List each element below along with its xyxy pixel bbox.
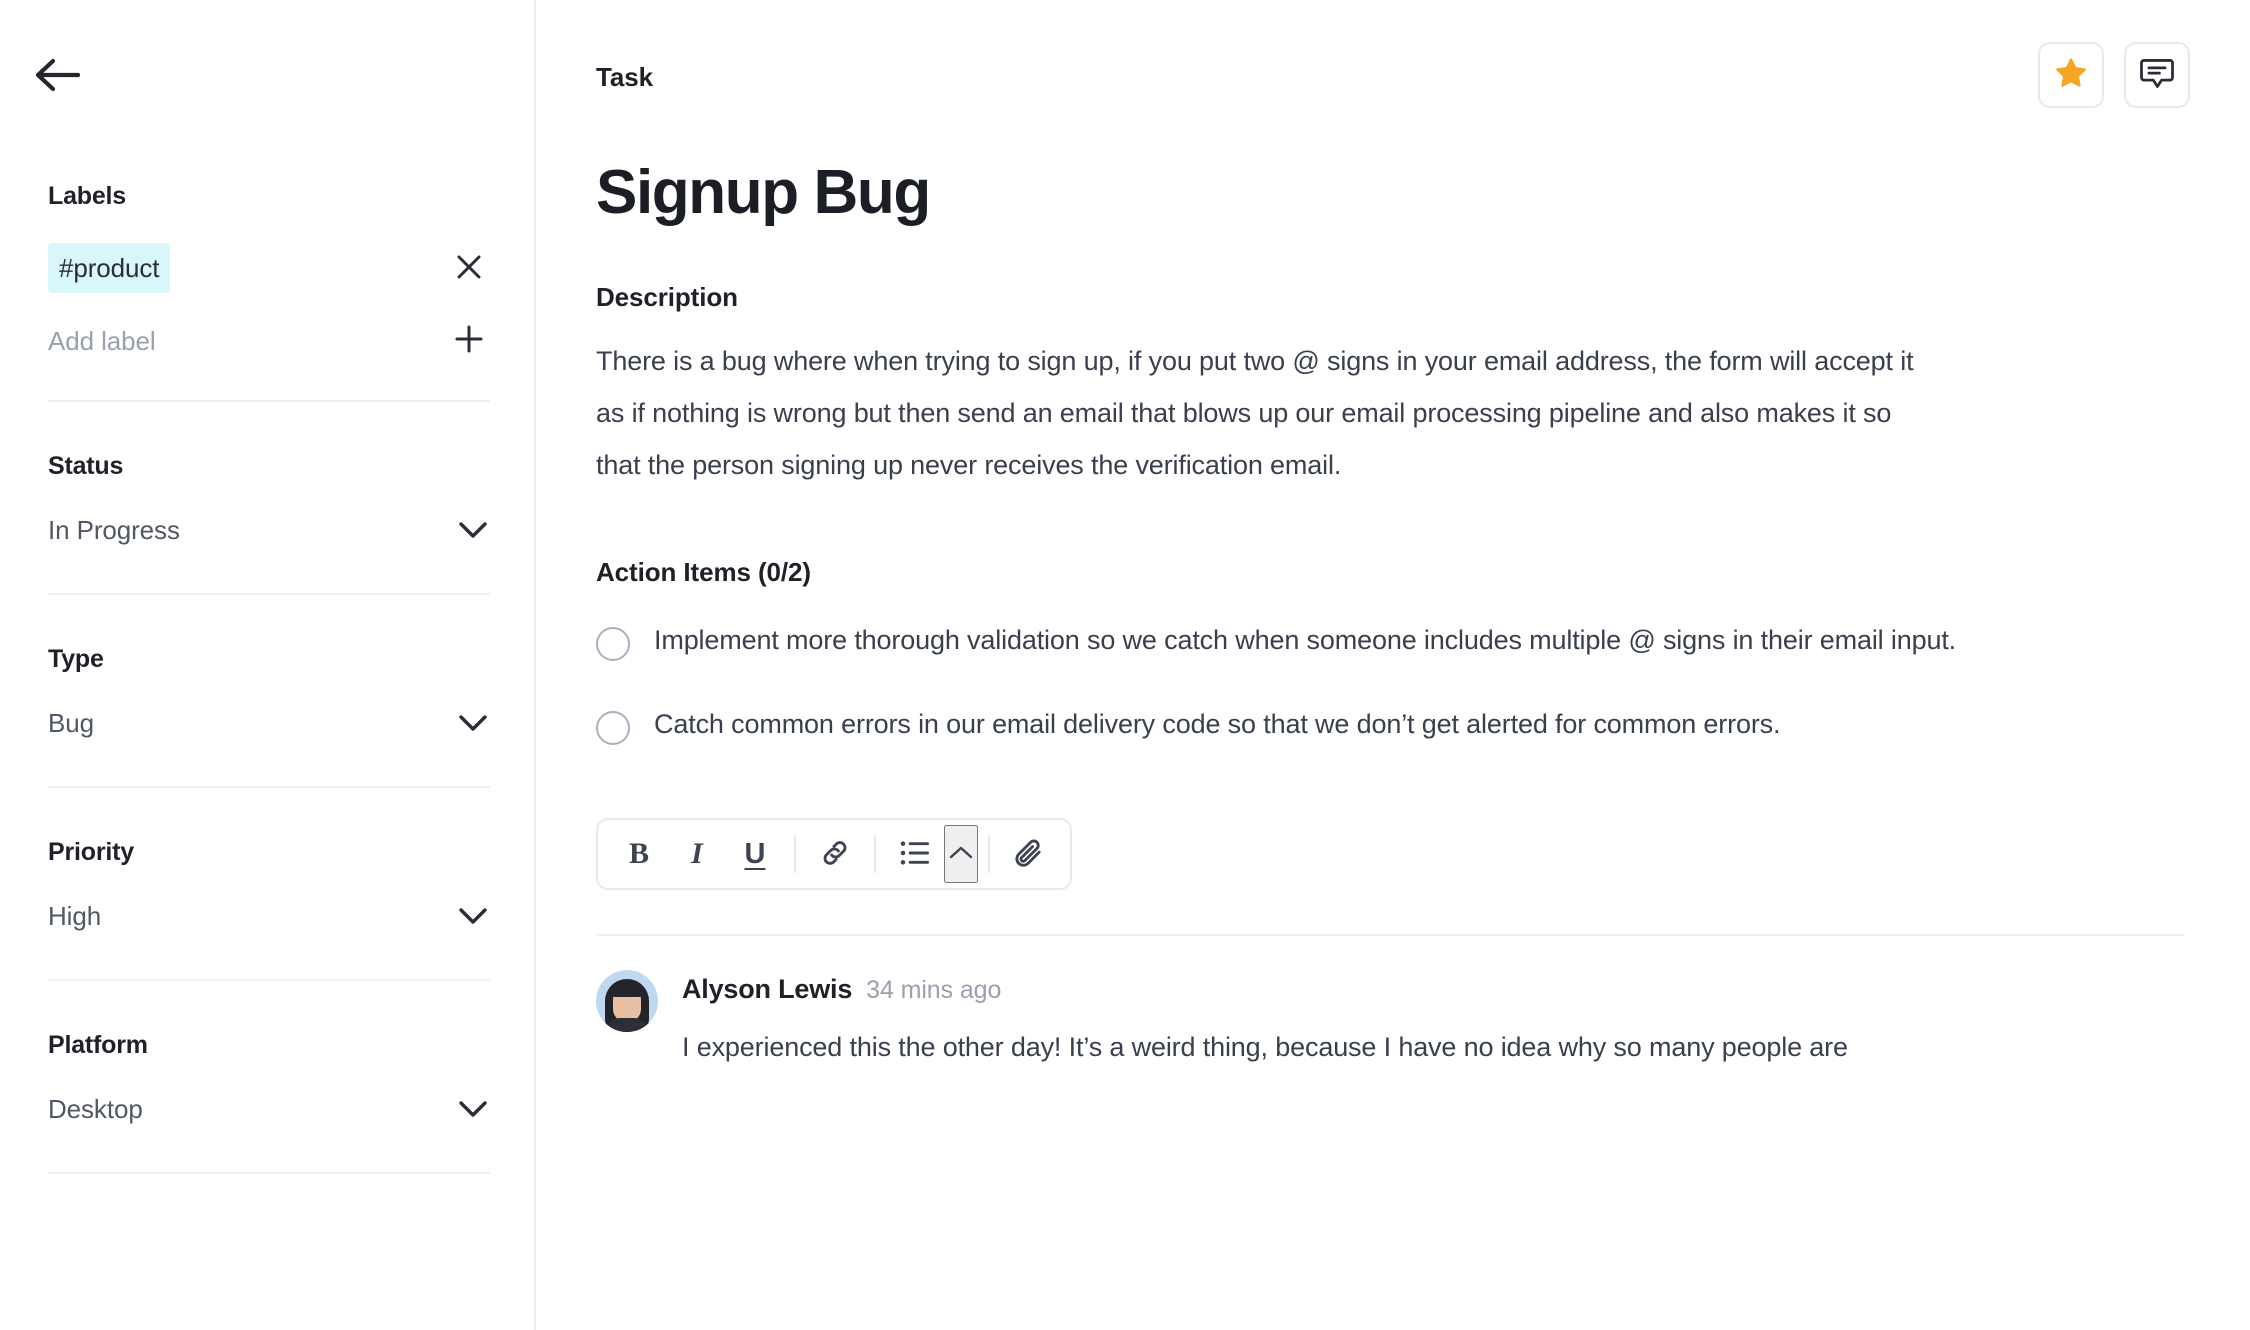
toolbar-divider: [988, 835, 990, 874]
italic-button[interactable]: I: [668, 825, 726, 883]
label-chip-product[interactable]: #product: [48, 243, 171, 293]
attachment-button[interactable]: [1000, 825, 1058, 883]
action-item: Catch common errors in our email deliver…: [596, 698, 2116, 750]
platform-section: Platform Desktop: [0, 1027, 534, 1174]
bold-button[interactable]: B: [610, 825, 668, 883]
close-icon: [455, 253, 483, 284]
task-sidebar: Labels #product Add label Status In Prog…: [0, 0, 536, 1330]
paperclip-icon: [1012, 836, 1046, 873]
underline-button[interactable]: U: [726, 825, 784, 883]
remove-label-button[interactable]: [448, 247, 490, 289]
list-control-group: [886, 825, 978, 884]
chevron-down-icon: [456, 513, 490, 547]
bullet-list-icon: [899, 838, 931, 871]
action-items-list: Implement more thorough validation so we…: [536, 614, 2250, 750]
add-label-row[interactable]: Add label: [48, 310, 490, 372]
sidebar-sections: Labels #product Add label Status In Prog…: [0, 178, 534, 1174]
type-title: Type: [48, 645, 104, 673]
comment-icon: [2139, 57, 2175, 94]
labels-section: Labels #product Add label: [0, 178, 534, 402]
plus-icon: [454, 324, 484, 359]
labels-title: Labels: [48, 182, 126, 210]
comment-author: Alyson Lewis: [682, 974, 853, 1005]
priority-title: Priority: [48, 838, 134, 866]
task-detail-page: Labels #product Add label Status In Prog…: [0, 0, 2250, 1330]
back-button[interactable]: [34, 44, 96, 106]
comment-timestamp: 34 mins ago: [866, 976, 1002, 1005]
status-value: In Progress: [48, 514, 180, 545]
bullet-list-button[interactable]: [886, 825, 944, 883]
comment-editor-toolbar: B I U: [596, 818, 1072, 891]
priority-select[interactable]: High: [48, 893, 490, 939]
label-chip-row: #product: [48, 240, 490, 296]
action-item-text: Implement more thorough validation so we…: [654, 625, 1957, 656]
comment-button[interactable]: [2124, 42, 2190, 108]
platform-title: Platform: [48, 1031, 148, 1059]
platform-value: Desktop: [48, 1093, 143, 1124]
action-item-checkbox[interactable]: [596, 627, 630, 662]
chevron-down-icon: [456, 1092, 490, 1126]
chevron-down-icon: [456, 706, 490, 740]
list-options-button[interactable]: [944, 825, 978, 884]
action-item: Implement more thorough validation so we…: [596, 614, 2116, 666]
breadcrumb-kicker: Task: [596, 62, 653, 92]
action-item-text: Catch common errors in our email deliver…: [654, 709, 1781, 740]
status-section: Status In Progress: [0, 448, 534, 595]
priority-section: Priority High: [0, 834, 534, 981]
chevron-up-icon: [948, 845, 974, 864]
arrow-left-icon: [34, 58, 80, 92]
header-actions: [2038, 42, 2190, 108]
add-label-placeholder: Add label: [48, 325, 156, 356]
toolbar-divider: [874, 835, 876, 874]
platform-select[interactable]: Desktop: [48, 1086, 490, 1132]
main-header: Task: [536, 0, 2250, 108]
page-title: Signup Bug: [596, 158, 931, 227]
type-select[interactable]: Bug: [48, 700, 490, 746]
comment-item: Alyson Lewis 34 mins ago I experienced t…: [536, 936, 2250, 1073]
avatar: [596, 970, 658, 1033]
toolbar-divider: [794, 835, 796, 874]
status-select[interactable]: In Progress: [48, 507, 490, 553]
task-main-panel: Task Signup Bug Description There is a b…: [536, 0, 2250, 1330]
link-button[interactable]: [806, 825, 864, 883]
star-icon: [2054, 57, 2088, 93]
type-section: Type Bug: [0, 641, 534, 788]
add-label-button[interactable]: [448, 320, 490, 362]
link-icon: [818, 836, 852, 873]
status-title: Status: [48, 452, 124, 480]
description-label: Description: [596, 282, 738, 313]
description-text: There is a bug where when trying to sign…: [596, 346, 1914, 481]
type-value: Bug: [48, 707, 94, 738]
action-items-label: Action Items (0/2): [596, 557, 811, 588]
chevron-down-icon: [456, 899, 490, 933]
comment-content: Alyson Lewis 34 mins ago I experienced t…: [682, 970, 2190, 1073]
comment-body: I experienced this the other day! It’s a…: [682, 1032, 1848, 1063]
priority-value: High: [48, 900, 102, 931]
comment-header: Alyson Lewis 34 mins ago: [682, 974, 2190, 1005]
action-item-checkbox[interactable]: [596, 711, 630, 746]
favorite-button[interactable]: [2038, 42, 2104, 108]
